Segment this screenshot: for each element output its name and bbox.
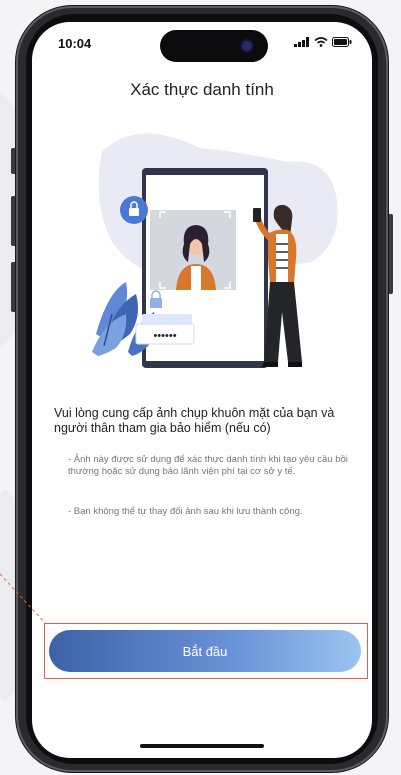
- pointer-line: [0, 573, 47, 625]
